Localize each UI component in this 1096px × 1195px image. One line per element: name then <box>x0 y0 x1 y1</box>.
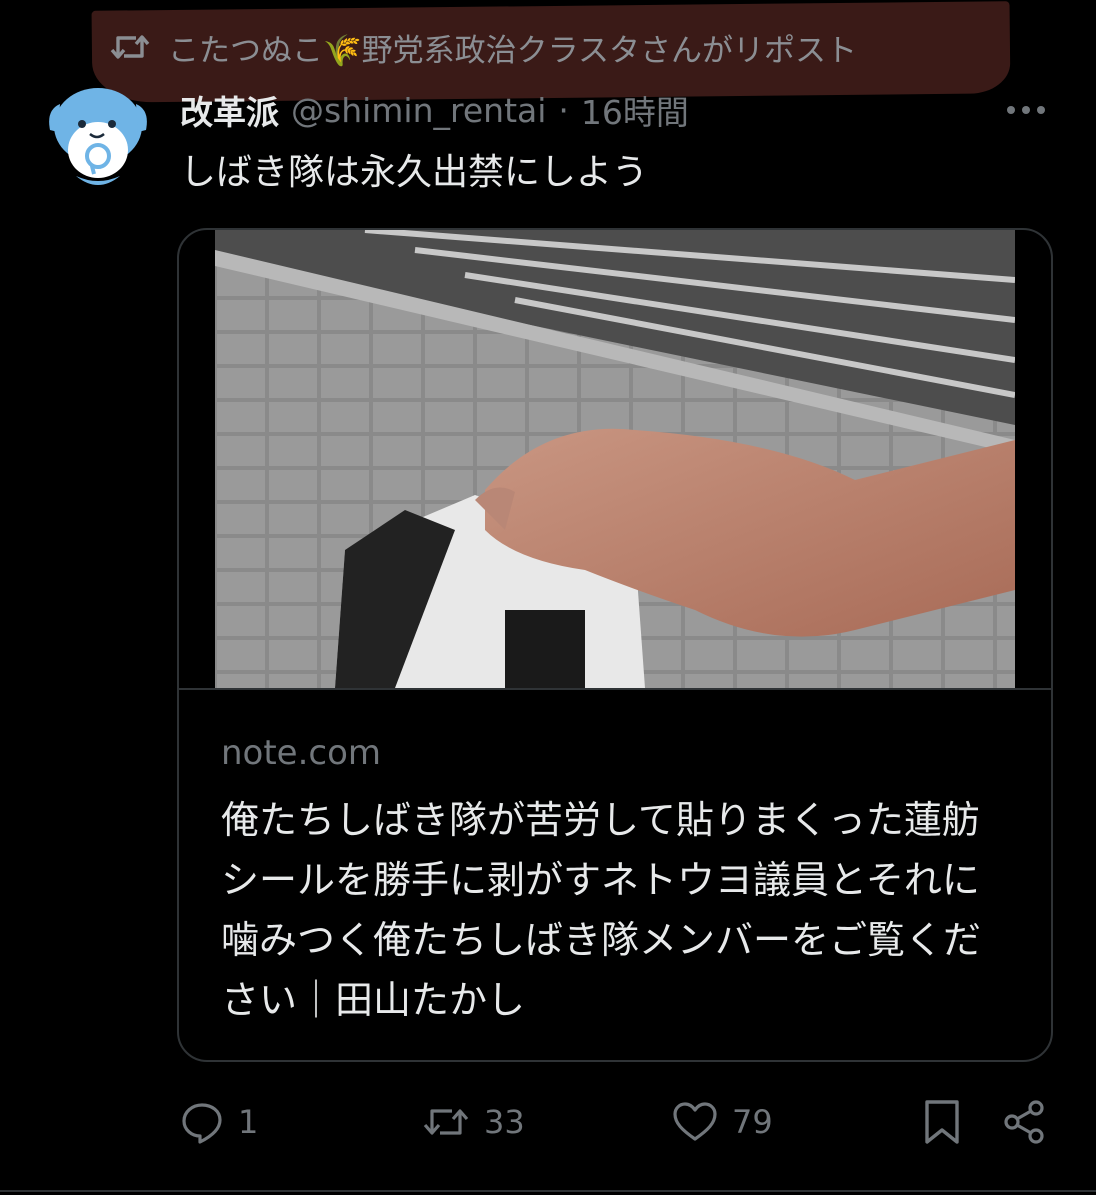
reply-count: 1 <box>238 1103 259 1141</box>
repost-context[interactable]: こたつぬこ🌾野党系政治クラスタさんがリポスト <box>110 22 857 72</box>
more-button[interactable] <box>1004 92 1048 128</box>
separator-dot: · <box>558 90 569 130</box>
timestamp[interactable]: 16時間 <box>581 86 689 134</box>
avatar[interactable] <box>46 84 150 194</box>
reply-icon <box>182 1103 222 1144</box>
retweet-button[interactable]: 33 <box>422 1092 525 1152</box>
bookmark-button[interactable] <box>922 1092 962 1152</box>
tweet-header: 改革派 @shimin_rentai · 16時間 <box>180 84 689 136</box>
card-domain: note.com <box>221 733 382 773</box>
link-card[interactable]: note.com 俺たちしばき隊が苦労して貼りまくった蓮舫シールを勝手に剥がすネ… <box>177 228 1053 1062</box>
tweet-text: しばき隊は永久出禁にしよう <box>180 152 649 193</box>
tweet-divider <box>0 1190 1096 1192</box>
share-button[interactable] <box>1002 1092 1046 1152</box>
repost-text: こたつぬこ🌾野党系政治クラスタさんがリポスト <box>168 32 857 69</box>
card-divider <box>179 688 1051 690</box>
retweet-icon <box>423 1109 469 1135</box>
like-count: 79 <box>732 1103 773 1141</box>
retweet-count: 33 <box>484 1103 525 1141</box>
display-name[interactable]: 改革派 <box>180 86 279 134</box>
user-handle[interactable]: @shimin_rentai <box>291 91 546 130</box>
more-icon <box>1007 106 1045 114</box>
repost-icon <box>110 35 150 59</box>
card-title: 俺たちしばき隊が苦労して貼りまくった蓮舫シールを勝手に剥がすネトウヨ議員とそれに… <box>221 798 982 1022</box>
reply-button[interactable]: 1 <box>180 1092 258 1152</box>
like-button[interactable]: 79 <box>672 1092 773 1152</box>
heart-icon <box>673 1102 717 1141</box>
bookmark-icon <box>925 1100 959 1144</box>
card-image <box>215 230 1015 688</box>
share-icon <box>1004 1100 1044 1144</box>
action-bar: 1 33 79 <box>0 1092 1096 1152</box>
